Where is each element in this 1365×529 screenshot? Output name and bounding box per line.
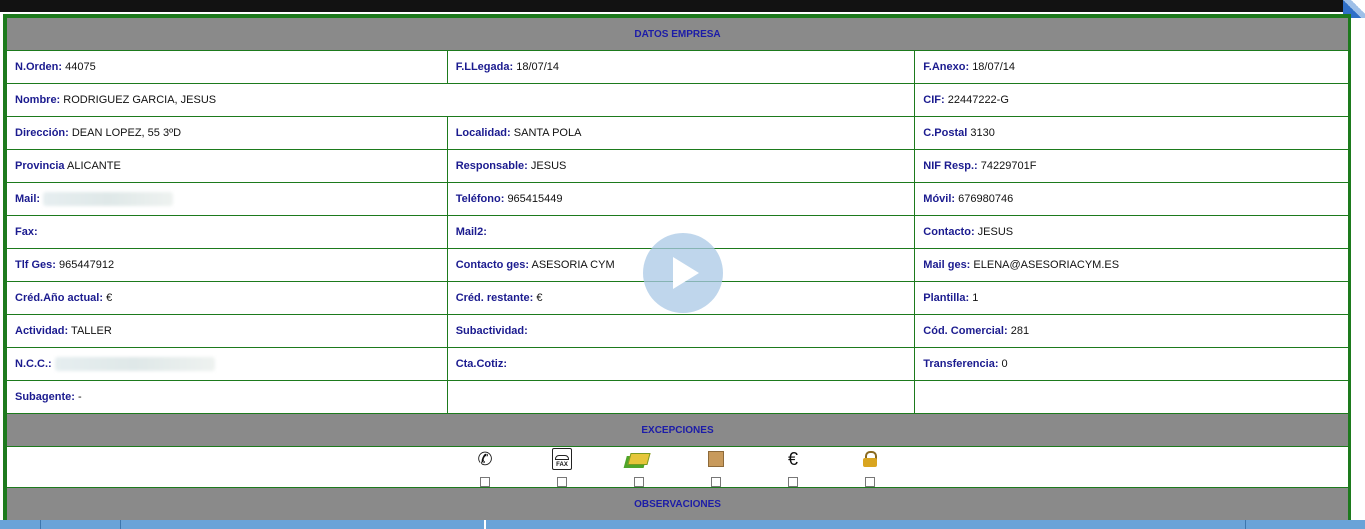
field-movil: Móvil: 676980746 [914,182,1349,216]
top-bar [0,0,1365,12]
excepcion-fax: FAX [524,447,601,487]
table-row: N.C.C.: Cta.Cotiz: Transferencia: 0 [6,347,1349,381]
excepcion-box [678,447,755,487]
field-nif-resp: NIF Resp.: 74229701F [914,149,1349,183]
play-icon [673,257,699,289]
field-direccion: Dirección: DEAN LOPEZ, 55 3ºD [6,116,448,150]
field-subagente: Subagente: - [6,380,448,414]
lock-icon [863,451,877,467]
excepcion-phone-checkbox[interactable] [480,477,490,487]
field-fax: Fax: [6,215,448,249]
field-localidad: Localidad: SANTA POLA [446,116,916,150]
section-header-observaciones: OBSERVACIONES [6,487,1349,521]
excepcion-money [601,447,678,487]
field-c-postal: C.Postal 3130 [914,116,1349,150]
phone-icon: ✆ [477,448,493,469]
field-mail: Mail: [6,182,448,216]
field-cred-ano-actual: Créd.Año actual: € [6,281,448,315]
video-play-button[interactable] [643,233,723,313]
excepcion-phone: ✆ [447,447,524,487]
field-f-anexo: F.Anexo: 18/07/14 [914,50,1349,84]
excepcion-lock-checkbox[interactable] [865,477,875,487]
money-icon [627,453,651,465]
field-subactividad: Subactividad: [446,314,916,348]
redacted-ncc [54,357,215,371]
field-n-orden: N.Orden: 44075 [6,50,448,84]
field-cod-comercial: Cód. Comercial: 281 [914,314,1349,348]
table-row: Dirección: DEAN LOPEZ, 55 3ºD Localidad:… [6,116,1349,150]
table-row: Subagente: - [6,380,1349,414]
field-cif: CIF: 22447222-G [914,83,1349,117]
field-telefono: Teléfono: 965415449 [446,182,916,216]
excepcion-euro-checkbox[interactable] [788,477,798,487]
table-row: Nombre: RODRIGUEZ GARCIA, JESUS CIF: 224… [5,83,1349,117]
field-ncc: N.C.C.: [6,347,448,381]
field-nombre: Nombre: RODRIGUEZ GARCIA, JESUS [5,83,916,117]
section-header-datos-empresa: DATOS EMPRESA [6,17,1349,51]
table-row: N.Orden: 44075 F.LLegada: 18/07/14 F.Ane… [6,50,1349,84]
field-responsable: Responsable: JESUS [446,149,916,183]
euro-icon: € [787,448,798,469]
field-plantilla: Plantilla: 1 [914,281,1349,315]
excepcion-fax-checkbox[interactable] [557,477,567,487]
excepciones-list: ✆ FAX € [15,447,1340,487]
field-mail-ges: Mail ges: ELENA@ASESORIACYM.ES [914,248,1349,282]
empty-cell [446,380,916,414]
fax-icon: FAX [552,448,572,470]
section-header-excepciones: EXCEPCIONES [6,413,1349,447]
field-tlf-ges: Tlf Ges: 965447912 [6,248,448,282]
field-contacto: Contacto: JESUS [914,215,1349,249]
redacted-mail [43,192,174,206]
excepcion-box-checkbox[interactable] [711,477,721,487]
excepcion-euro: € [755,447,832,487]
excepcion-money-checkbox[interactable] [634,477,644,487]
field-provincia: Provincia ALICANTE [6,149,448,183]
box-icon [708,451,724,467]
field-cta-cotiz: Cta.Cotiz: [446,347,916,381]
field-f-llegada: F.LLegada: 18/07/14 [446,50,916,84]
excepcion-lock [832,447,909,487]
field-actividad: Actividad: TALLER [6,314,448,348]
video-progress-bar[interactable] [0,520,1365,529]
excepciones-row: ✆ FAX € [6,446,1349,488]
table-row: Provincia ALICANTE Responsable: JESUS NI… [6,149,1349,183]
table-row: Actividad: TALLER Subactividad: Cód. Com… [6,314,1349,348]
progress-cursor[interactable] [484,520,486,529]
empty-cell [914,380,1349,414]
table-row: Mail: Teléfono: 965415449 Móvil: 6769807… [6,182,1349,216]
field-transferencia: Transferencia: 0 [914,347,1349,381]
